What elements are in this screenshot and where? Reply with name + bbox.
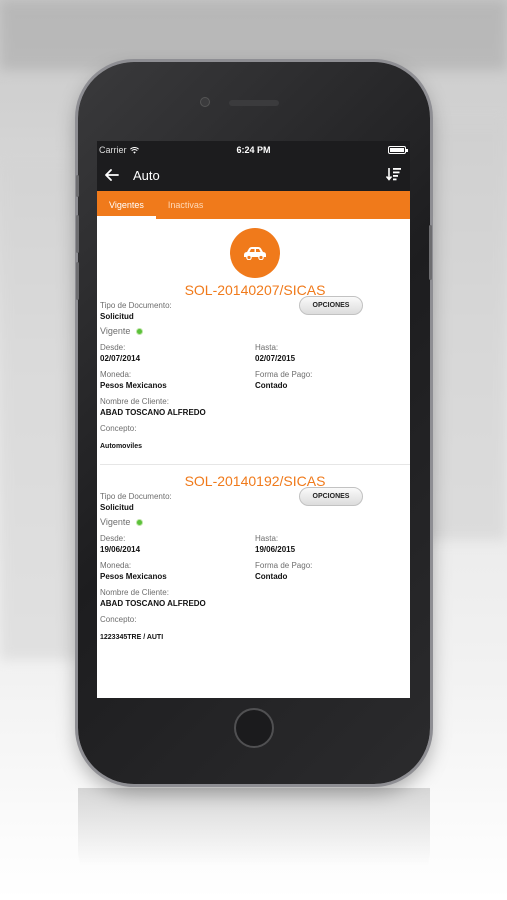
options-button[interactable]: OPCIONES — [299, 296, 363, 315]
forma-pago-label: Forma de Pago: — [255, 370, 313, 379]
page-title: Auto — [133, 167, 160, 183]
battery-icon — [388, 146, 408, 154]
forma-pago-label: Forma de Pago: — [255, 561, 313, 570]
power-button — [429, 225, 432, 280]
cliente-label: Nombre de Cliente: — [100, 397, 169, 406]
moneda-value: Pesos Mexicanos — [100, 381, 167, 390]
tipo-label: Tipo de Documento: — [100, 301, 172, 310]
concepto-label: Concepto: — [100, 615, 137, 624]
home-button[interactable] — [234, 708, 274, 748]
tipo-value: Solicitud — [100, 503, 134, 512]
hasta-label: Hasta: — [255, 534, 279, 543]
status-dot-icon — [136, 519, 144, 526]
volume-down-button — [76, 262, 79, 300]
hasta-value: 02/07/2015 — [255, 354, 296, 363]
desde-label: Desde: — [100, 343, 126, 352]
policy-card[interactable]: SOL-20140192/SICAS Tipo de Documento: So… — [100, 473, 410, 641]
app-screen: Carrier 6:24 PM Auto Vigentes Inactivas … — [97, 141, 410, 698]
status-label: Vigente — [100, 517, 131, 527]
cliente-value: ABAD TOSCANO ALFREDO — [100, 408, 206, 417]
phone-reflection — [78, 788, 430, 900]
app-toolbar: Auto — [97, 159, 410, 191]
concepto-value: 1223345TRE / AUTI — [100, 634, 164, 641]
policy-card[interactable]: SOL-20140207/SICAS Tipo de Documento: So… — [100, 282, 410, 450]
forma-pago-value: Contado — [255, 381, 288, 390]
tipo-value: Solicitud — [100, 312, 134, 321]
desde-label: Desde: — [100, 534, 126, 543]
concepto-value: Automoviles — [100, 443, 143, 450]
hasta-value: 19/06/2015 — [255, 545, 296, 554]
sort-icon[interactable] — [385, 167, 402, 184]
policy-list: SOL-20140207/SICAS Tipo de Documento: So… — [97, 219, 410, 641]
concepto-label: Concepto: — [100, 424, 137, 433]
policy-id: SOL-20140207/SICAS — [184, 282, 326, 298]
status-bar: Carrier 6:24 PM — [97, 141, 410, 159]
mute-switch — [76, 175, 79, 197]
moneda-label: Moneda: — [100, 370, 132, 379]
desde-value: 02/07/2014 — [100, 354, 141, 363]
desde-value: 19/06/2014 — [100, 545, 141, 554]
tab-vigentes[interactable]: Vigentes — [97, 191, 156, 219]
status-time: 6:24 PM — [236, 145, 271, 155]
background-blur — [0, 0, 507, 70]
divider — [100, 464, 410, 465]
status-label: Vigente — [100, 326, 131, 336]
status-dot-icon — [136, 328, 144, 335]
front-camera — [200, 97, 210, 107]
background-blur — [0, 160, 80, 660]
forma-pago-value: Contado — [255, 572, 288, 581]
volume-up-button — [76, 215, 79, 253]
car-icon — [230, 228, 280, 278]
moneda-value: Pesos Mexicanos — [100, 572, 167, 581]
cliente-label: Nombre de Cliente: — [100, 588, 169, 597]
hasta-label: Hasta: — [255, 343, 279, 352]
tab-inactivas[interactable]: Inactivas — [156, 191, 216, 219]
arrow-left-icon[interactable] — [105, 165, 133, 186]
tipo-label: Tipo de Documento: — [100, 492, 172, 501]
earpiece-speaker — [229, 100, 279, 106]
cliente-value: ABAD TOSCANO ALFREDO — [100, 599, 206, 608]
tab-bar: Vigentes Inactivas — [97, 191, 410, 219]
background-blur — [420, 120, 507, 540]
options-button[interactable]: OPCIONES — [299, 487, 363, 506]
moneda-label: Moneda: — [100, 561, 132, 570]
policy-id: SOL-20140192/SICAS — [184, 473, 326, 489]
